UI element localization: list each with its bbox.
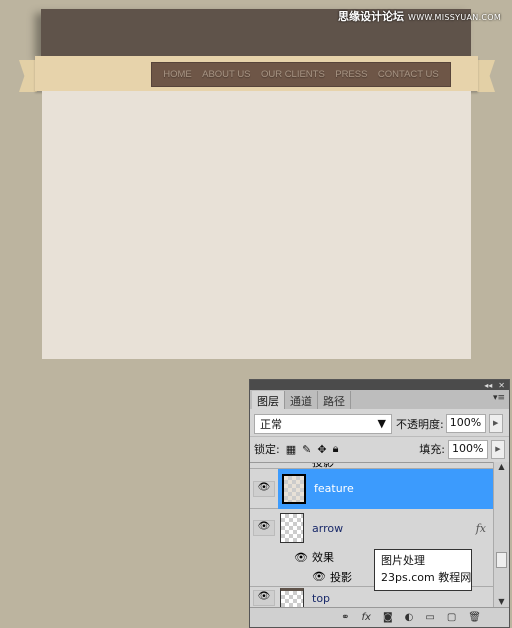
trash-icon[interactable]: 🗑︎ [468, 612, 481, 623]
layers-panel: ◂◂ ✕ 图层 通道 路径 ▾≡ 正常 ▼ 不透明度: 100% ▶ 锁定: ▦ … [249, 379, 510, 628]
fx-icon[interactable]: fx [362, 612, 371, 623]
layer-name: arrow [312, 521, 344, 535]
scroll-down-icon[interactable]: ▼ [494, 597, 509, 606]
eye-icon[interactable]: 👁︎ [312, 570, 326, 583]
nav-press[interactable]: PRESS [335, 69, 367, 80]
watermark-url: WWW.MISSYUAN.COM [408, 13, 502, 22]
fill-label: 填充: [419, 443, 445, 456]
watermark-line1: 图片处理 [381, 554, 425, 567]
panel-menu-icon[interactable]: ▾≡ [493, 393, 505, 403]
layer-thumbnail [282, 473, 306, 504]
folder-icon[interactable]: ▭ [425, 612, 434, 623]
opacity-slider-button[interactable]: ▶ [488, 414, 503, 433]
watermark: 思缘设计论坛 WWW.MISSYUAN.COM [338, 8, 501, 24]
tab-channels[interactable]: 通道 [285, 391, 318, 409]
tab-paths[interactable]: 路径 [318, 391, 351, 409]
nav-about-us[interactable]: ABOUT US [202, 69, 250, 80]
watermark-brand: 思缘设计论坛 [338, 10, 404, 23]
scrollbar-thumb[interactable] [496, 552, 507, 568]
link-icon[interactable]: ⚭ [341, 612, 349, 623]
tab-layers[interactable]: 图层 [252, 391, 285, 409]
layer-thumbnail [280, 513, 304, 543]
layer-top[interactable]: 👁︎ top [250, 588, 494, 608]
opacity-input[interactable]: 100% [445, 414, 486, 433]
eye-icon[interactable]: 👁︎ [294, 551, 308, 564]
nav-bar: HOME ABOUT US OUR CLIENTS PRESS CONTACT … [151, 62, 451, 87]
layers-scrollbar[interactable]: ▲ ▼ [493, 462, 509, 608]
layer-name: top [312, 591, 331, 605]
blend-mode-value: 正常 [260, 417, 282, 431]
mask-icon[interactable]: ◙ [383, 612, 393, 623]
lock-move-icon[interactable]: ✥ [317, 443, 326, 456]
layer-thumbnail [280, 588, 304, 608]
nav-home[interactable]: HOME [163, 69, 192, 80]
adjustment-icon[interactable]: ◐ [405, 612, 414, 623]
lock-transparent-icon[interactable]: ▦ [286, 443, 296, 456]
lock-all-icon[interactable]: 🔒︎ [333, 442, 339, 456]
close-icon[interactable]: ✕ [498, 381, 505, 390]
layer-feature[interactable]: 👁︎ feature [250, 468, 494, 509]
panel-toolbar: ⚭ fx ◙ ◐ ▭ ▢ 🗑︎ [250, 607, 509, 627]
layer-name: 投影 [329, 570, 352, 584]
eye-icon[interactable]: 👁︎ [253, 480, 275, 497]
new-layer-icon[interactable]: ▢ [447, 612, 456, 623]
chevron-down-icon: ▼ [377, 417, 386, 430]
layer-arrow[interactable]: 👁︎ arrow fx [250, 509, 494, 547]
fill-slider-button[interactable]: ▶ [491, 439, 505, 459]
lock-label: 锁定: [254, 443, 280, 456]
eye-icon[interactable]: 👁︎ [253, 520, 275, 536]
panel-title-bar: ◂◂ ✕ [250, 380, 509, 390]
blend-mode-select[interactable]: 正常 ▼ [254, 413, 392, 434]
nav-contact-us[interactable]: CONTACT US [378, 69, 439, 80]
layer-name: 效果 [311, 551, 334, 564]
nav-our-clients[interactable]: OUR CLIENTS [261, 69, 325, 80]
lock-paint-icon[interactable]: ✎ [302, 443, 311, 456]
collapse-icon[interactable]: ◂◂ [484, 381, 492, 390]
eye-icon[interactable]: 👁︎ [253, 590, 275, 606]
watermark-line2: 23ps.com 教程网 [381, 571, 472, 584]
scroll-up-icon[interactable]: ▲ [494, 462, 509, 471]
panel-tabs: 图层 通道 路径 ▾≡ [250, 390, 509, 409]
opacity-label: 不透明度: [396, 417, 444, 431]
fx-icon[interactable]: fx [476, 522, 486, 535]
layer-name: feature [314, 482, 354, 495]
content-panel [42, 91, 471, 359]
watermark-23ps: 图片处理 23ps.com 教程网 [374, 549, 472, 591]
ribbon-tail-right [477, 60, 495, 92]
fill-input[interactable]: 100% [448, 439, 488, 459]
